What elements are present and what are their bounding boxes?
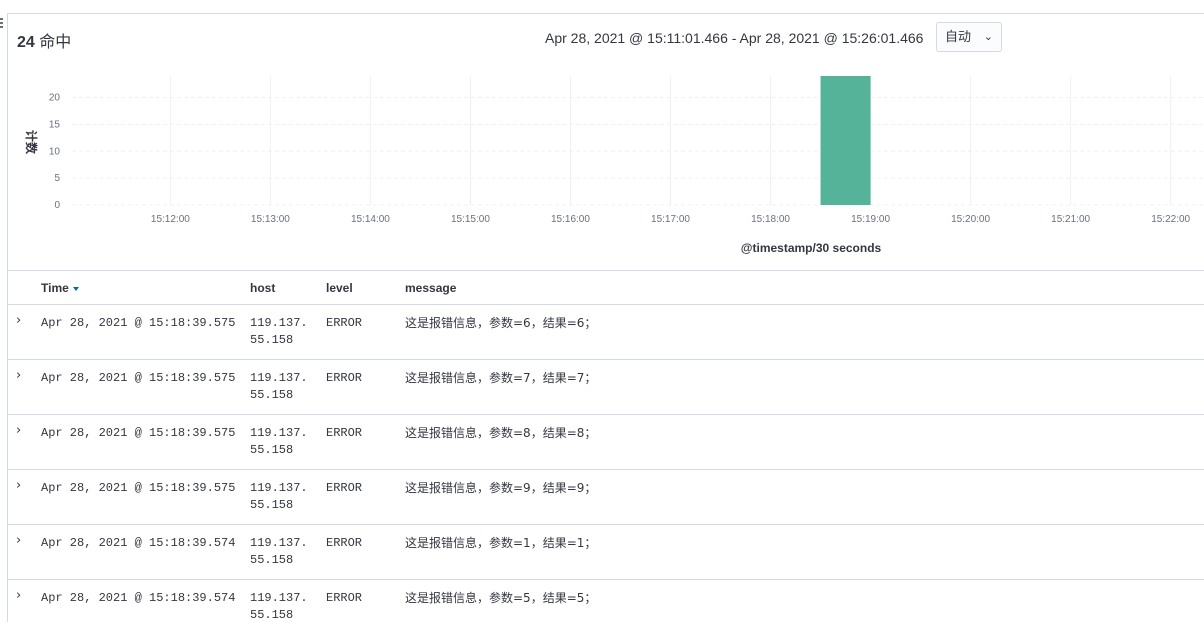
cell-level: ERROR [326,426,363,440]
cell-host: 119.137. 55.158 [250,480,312,514]
cell-message: 这是报错信息，参数=7，结果=7； [405,371,597,385]
cell-message: 这是报错信息，参数=1，结果=1； [405,536,597,550]
x-tick-label: 15:12:00 [151,214,190,225]
cell-host-line2: 55.158 [250,608,294,622]
cell-host-line1: 119.137. [250,316,308,330]
cell-host: 119.137. 55.158 [250,370,312,404]
interval-select-value: 自动 [945,29,972,44]
cell-host: 119.137. 55.158 [250,535,312,569]
y-axis-ticks: 0 5 10 15 20 [49,93,61,212]
x-tick-label: 15:22:00 [1151,214,1190,225]
sort-descending-icon[interactable] [72,286,79,291]
column-header-time-label: Time [41,281,69,295]
cell-host-line2: 55.158 [250,333,294,347]
cell-host-line2: 55.158 [250,498,294,512]
bars [820,76,871,205]
x-tick-label: 15:15:00 [451,214,490,225]
table-row[interactable]: › Apr 28, 2021 @ 15:18:39.575 119.137. 55.1… [8,360,1204,415]
y-axis-title: 计数 [24,130,39,155]
cell-host-line2: 55.158 [250,388,294,402]
hit-count: 24 命中 [17,28,71,52]
cell-message: 这是报错信息，参数=5，结果=5； [405,591,597,605]
expand-row-icon[interactable]: › [16,588,21,603]
table-row[interactable]: › Apr 28, 2021 @ 15:18:39.575 119.137. 55.1… [8,470,1204,525]
cell-host-line2: 55.158 [250,443,294,457]
cell-level: ERROR [326,316,363,330]
cell-message: 这是报错信息，参数=8，结果=8； [405,426,597,440]
cell-host: 119.137. 55.158 [250,315,312,349]
cell-host-line1: 119.137. [250,371,308,385]
cell-host: 119.137. 55.158 [250,590,312,622]
cell-host-line1: 119.137. [250,426,308,440]
expand-row-icon[interactable]: › [16,313,21,328]
expand-row-icon[interactable]: › [16,533,21,548]
cell-message: 这是报错信息，参数=9，结果=9； [405,481,597,495]
cell-host-line2: 55.158 [250,553,294,567]
y-tick-label: 0 [54,200,60,211]
discover-panel: 24 命中 Apr 28, 2021 @ 15:11:01.466 - Apr … [7,13,1204,622]
document-table-body: › Apr 28, 2021 @ 15:18:39.575 119.137. 55.1… [8,305,1204,622]
cell-message: 这是报错信息，参数=6，结果=6； [405,316,597,330]
interval-select[interactable]: 自动 ⌄ [936,22,1002,52]
expand-row-icon[interactable]: › [16,368,21,383]
table-row[interactable]: › Apr 28, 2021 @ 15:18:39.575 119.137. 55.1… [8,415,1204,470]
table-row[interactable]: › Apr 28, 2021 @ 15:18:39.574 119.137. 55.1… [8,580,1204,622]
hit-count-label: 命中 [39,34,72,51]
cell-time: Apr 28, 2021 @ 15:18:39.575 [41,316,236,330]
x-tick-label: 15:19:00 [851,214,890,225]
cell-host: 119.137. 55.158 [250,425,312,459]
column-header-message[interactable]: message [405,281,456,295]
x-tick-label: 15:13:00 [251,214,290,225]
expand-row-icon[interactable]: › [16,423,21,438]
cell-time: Apr 28, 2021 @ 15:18:39.575 [41,371,236,385]
column-header-level[interactable]: level [326,281,353,295]
cell-time: Apr 28, 2021 @ 15:18:39.574 [41,591,236,605]
cell-time: Apr 28, 2021 @ 15:18:39.574 [41,536,236,550]
table-row[interactable]: › Apr 28, 2021 @ 15:18:39.575 119.137. 55.1… [8,305,1204,360]
column-header-time[interactable]: Time [41,281,79,295]
hit-count-number: 24 [17,34,35,51]
cell-time: Apr 28, 2021 @ 15:18:39.575 [41,426,236,440]
y-tick-label: 5 [54,173,60,184]
table-row[interactable]: › Apr 28, 2021 @ 15:18:39.574 119.137. 55.1… [8,525,1204,580]
edge-menu-icon [0,18,4,30]
x-tick-label: 15:14:00 [351,214,390,225]
histogram-chart[interactable]: 0 5 10 15 20 15:12:00 15:13:00 15:14:00 15:15:0… [8,66,1204,271]
y-tick-label: 20 [49,93,61,104]
x-tick-label: 15:16:00 [551,214,590,225]
histogram-bar [820,76,871,205]
time-range-text: Apr 28, 2021 @ 15:11:01.466 - Apr 28, 20… [545,30,924,46]
cell-level: ERROR [326,591,363,605]
x-tick-label: 15:18:00 [751,214,790,225]
x-axis-ticks: 15:12:00 15:13:00 15:14:00 15:15:00 15:16:00… [151,214,1191,225]
cell-host-line1: 119.137. [250,536,308,550]
column-header-host[interactable]: host [250,281,275,295]
chart-grid [72,76,1204,206]
x-tick-label: 15:21:00 [1051,214,1090,225]
x-tick-label: 15:20:00 [951,214,990,225]
cell-time: Apr 28, 2021 @ 15:18:39.575 [41,481,236,495]
y-tick-label: 10 [49,146,61,157]
cell-host-line1: 119.137. [250,591,308,605]
x-tick-label: 15:17:00 [651,214,690,225]
expand-row-icon[interactable]: › [16,478,21,493]
table-header: Time host level message [8,271,1204,305]
cell-level: ERROR [326,371,363,385]
cell-level: ERROR [326,481,363,495]
cell-level: ERROR [326,536,363,550]
chevron-down-icon: ⌄ [983,31,993,43]
cell-host-line1: 119.137. [250,481,308,495]
x-axis-title: @timestamp/30 seconds [741,241,882,255]
y-tick-label: 15 [49,119,61,130]
